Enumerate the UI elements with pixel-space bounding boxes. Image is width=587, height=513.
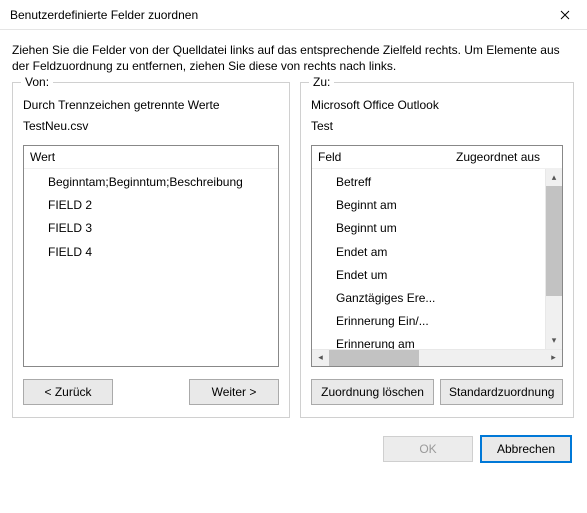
list-item[interactable]: Beginnt um <box>312 217 545 240</box>
list-item[interactable]: Beginnt am <box>312 194 545 217</box>
source-list-header: Wert <box>24 146 278 169</box>
instructions-text: Ziehen Sie die Felder von der Quelldatei… <box>0 30 587 82</box>
ok-button: OK <box>383 436 473 462</box>
list-item[interactable]: Endet am <box>312 241 545 264</box>
target-button-row: Zuordnung löschen Standardzuordnung <box>311 379 563 405</box>
source-header-col: Wert <box>30 150 272 164</box>
source-legend: Von: <box>21 75 53 89</box>
back-button[interactable]: < Zurück <box>23 379 113 405</box>
next-button[interactable]: Weiter > <box>189 379 279 405</box>
scroll-track[interactable] <box>546 296 562 332</box>
scroll-up-icon[interactable]: ▴ <box>546 169 562 186</box>
source-file: TestNeu.csv <box>23 118 279 135</box>
target-list-header: Feld Zugeordnet aus <box>312 146 562 169</box>
list-item[interactable]: Betreff <box>312 171 545 194</box>
scroll-right-icon[interactable]: ▸ <box>545 350 562 366</box>
list-item[interactable]: Beginntam;Beginntum;Beschreibung <box>24 171 278 194</box>
source-button-row: < Zurück Weiter > <box>23 379 279 405</box>
list-item[interactable]: Endet um <box>312 264 545 287</box>
list-item[interactable]: FIELD 4 <box>24 241 278 264</box>
target-type: Microsoft Office Outlook <box>311 97 563 114</box>
target-fieldset: Zu: Microsoft Office Outlook Test Feld Z… <box>300 82 574 418</box>
list-item[interactable]: Erinnerung Ein/... <box>312 310 545 333</box>
list-item[interactable]: FIELD 3 <box>24 217 278 240</box>
list-item[interactable]: Erinnerung am <box>312 333 545 349</box>
target-listbox[interactable]: Feld Zugeordnet aus Betreff Beginnt am B… <box>311 145 563 367</box>
panels: Von: Durch Trennzeichen getrennte Werte … <box>0 82 587 418</box>
source-fieldset: Von: Durch Trennzeichen getrennte Werte … <box>12 82 290 418</box>
scroll-thumb[interactable] <box>546 186 562 296</box>
scroll-left-icon[interactable]: ◂ <box>312 350 329 366</box>
source-type: Durch Trennzeichen getrennte Werte <box>23 97 279 114</box>
target-legend: Zu: <box>309 75 334 89</box>
vertical-scrollbar[interactable]: ▴ ▾ <box>545 169 562 349</box>
close-button[interactable] <box>542 0 587 30</box>
list-item[interactable]: FIELD 2 <box>24 194 278 217</box>
target-header-mapped: Zugeordnet aus <box>456 150 556 164</box>
list-item[interactable]: Ganztägiges Ere... <box>312 287 545 310</box>
scroll-track[interactable] <box>419 350 545 366</box>
close-icon <box>560 10 570 20</box>
target-list-items: Betreff Beginnt am Beginnt um Endet am E… <box>312 169 545 349</box>
window-title: Benutzerdefinierte Felder zuordnen <box>10 8 198 22</box>
scroll-thumb[interactable] <box>329 350 419 366</box>
source-listbox[interactable]: Wert Beginntam;Beginntum;Beschreibung FI… <box>23 145 279 367</box>
target-folder: Test <box>311 118 563 135</box>
target-header-field: Feld <box>318 150 456 164</box>
scroll-down-icon[interactable]: ▾ <box>546 332 562 349</box>
dialog-footer: OK Abbrechen <box>0 418 587 472</box>
cancel-button[interactable]: Abbrechen <box>481 436 571 462</box>
clear-mapping-button[interactable]: Zuordnung löschen <box>311 379 434 405</box>
titlebar: Benutzerdefinierte Felder zuordnen <box>0 0 587 30</box>
source-list-items: Beginntam;Beginntum;Beschreibung FIELD 2… <box>24 169 278 366</box>
default-mapping-button[interactable]: Standardzuordnung <box>440 379 563 405</box>
horizontal-scrollbar[interactable]: ◂ ▸ <box>312 349 562 366</box>
